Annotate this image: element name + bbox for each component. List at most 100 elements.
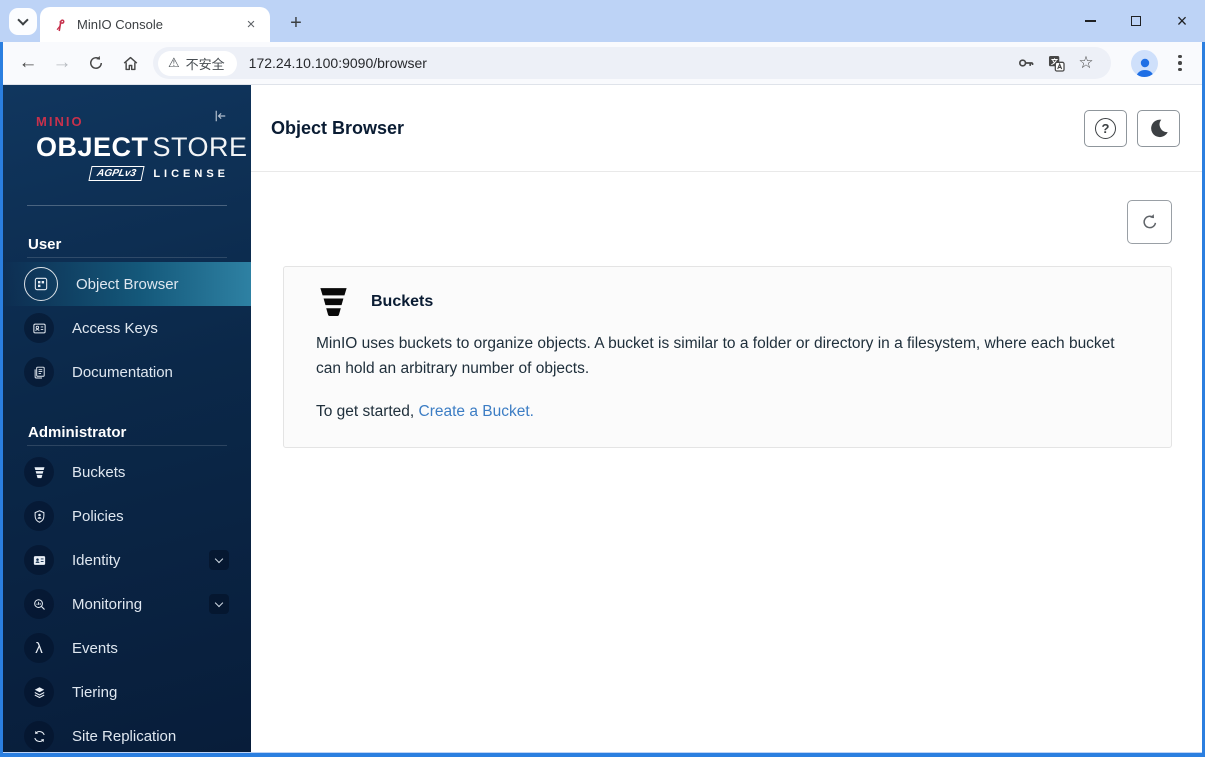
sidebar-item-label: Identity [72,551,121,569]
chevron-down-icon [214,554,224,564]
access-keys-icon [32,323,46,333]
refresh-button[interactable] [1127,200,1172,244]
minimize-icon [1084,20,1096,22]
license-label: LICENSE [153,167,229,180]
forward-button[interactable]: → [45,46,79,80]
address-bar[interactable]: ⚠ 不安全 172.24.10.100:9090/browser ☆ [153,47,1111,79]
collapse-sidebar-button[interactable] [211,107,229,130]
expand-monitoring-button[interactable] [209,594,229,614]
divider [27,257,227,258]
tiering-icon [34,686,44,698]
identity-icon [33,555,45,565]
buckets-info-card: Buckets MinIO uses buckets to organize o… [283,266,1172,448]
tab-title: MinIO Console [77,17,163,32]
page-header: Object Browser ? [251,85,1202,172]
moon-icon [1150,119,1168,138]
documentation-icon [34,366,45,378]
browser-menu-button[interactable] [1168,48,1192,78]
sidebar-item-site-replication[interactable]: Site Replication [3,714,251,752]
card-cta: To get started, Create a Bucket. [316,403,534,420]
sidebar-item-label: Monitoring [72,595,143,613]
sidebar-item-monitoring[interactable]: Monitoring [3,582,251,626]
content-body: Buckets MinIO uses buckets to organize o… [251,172,1202,752]
section-label-administrator: Administrator [28,424,127,441]
back-button[interactable]: ← [11,46,45,80]
maximize-button[interactable] [1113,0,1159,42]
security-label: 不安全 [185,56,225,72]
divider [27,205,227,206]
url-text[interactable]: 172.24.10.100:9090/browser [249,55,1011,71]
sidebar-item-label: Events [72,639,118,657]
minimize-button[interactable] [1067,0,1113,42]
security-chip[interactable]: ⚠ 不安全 [158,50,237,76]
close-window-button[interactable]: × [1159,0,1205,42]
lambda-icon: λ [35,639,43,657]
minio-console: MINIO OBJECT STORE AGPLv3 LICENSE User O… [3,85,1202,752]
collapse-arrow-icon [215,110,226,122]
translate-icon [1048,55,1065,72]
maximize-icon [1131,16,1141,26]
password-manager-button[interactable] [1011,48,1041,78]
license-row: AGPLv3 LICENSE [36,166,229,181]
home-icon [123,56,137,70]
warning-icon: ⚠ [168,55,180,70]
sidebar-item-label: Buckets [72,463,126,481]
help-icon: ? [1095,117,1116,139]
window-frame: ← → ⚠ 不安全 172.24.10.100:9090/browser ☆ M… [0,42,1205,757]
profile-avatar[interactable] [1131,49,1158,77]
object-browser-icon [34,277,48,291]
sidebar-item-label: Tiering [72,683,118,701]
card-description: MinIO uses buckets to organize objects. … [316,335,1115,377]
chevron-down-icon [17,13,29,26]
page-title: Object Browser [271,117,405,138]
browser-toolbar: ← → ⚠ 不安全 172.24.10.100:9090/browser ☆ [3,42,1202,85]
dark-mode-button[interactable] [1137,109,1180,147]
divider [27,445,227,446]
minio-brand-logo: MINIO [36,114,84,129]
create-bucket-link[interactable]: Create a Bucket. [419,403,534,420]
tab-search-button[interactable] [9,8,37,35]
refresh-icon [1142,214,1156,229]
buckets-icon [34,466,44,478]
new-tab-button[interactable]: + [282,9,310,37]
sidebar-item-label: Documentation [72,363,173,381]
agpl-badge: AGPLv3 [88,166,145,181]
menu-dot [1178,67,1182,72]
reload-button[interactable] [79,46,113,80]
sidebar-item-access-keys[interactable]: Access Keys [3,306,251,350]
sidebar-item-label: Object Browser [76,275,179,293]
menu-dot [1178,54,1182,59]
main-content: Object Browser ? Buckets MinIO uses buck… [251,85,1202,752]
sidebar-item-policies[interactable]: Policies [3,494,251,538]
sidebar-item-buckets[interactable]: Buckets [3,450,251,494]
help-button[interactable]: ? [1084,109,1127,147]
monitoring-icon [33,598,45,610]
chevron-down-icon [214,598,224,608]
object-store-wordmark: OBJECT STORE [36,132,248,162]
site-replication-icon [33,730,45,742]
logo-block: MINIO OBJECT STORE AGPLv3 LICENSE [3,85,251,181]
reload-icon [90,55,102,69]
sidebar-item-tiering[interactable]: Tiering [3,670,251,714]
tab-close-icon[interactable]: × [242,16,260,34]
sidebar-item-identity[interactable]: Identity [3,538,251,582]
section-label-user: User [28,236,62,253]
home-button[interactable] [113,46,147,80]
browser-window: MinIO Console × + × ← → ⚠ 不安全 172.24.10.… [0,0,1205,757]
bookmark-button[interactable]: ☆ [1071,48,1101,78]
browser-tab[interactable]: MinIO Console × [40,7,270,42]
sidebar-item-object-browser[interactable]: Object Browser [3,262,251,306]
card-title: Buckets [371,292,434,310]
translate-button[interactable] [1041,48,1071,78]
browser-titlebar: MinIO Console × + × [0,0,1205,42]
menu-dot [1178,61,1182,65]
sidebar-item-documentation[interactable]: Documentation [3,350,251,394]
sidebar: MINIO OBJECT STORE AGPLv3 LICENSE User O… [3,85,251,752]
sidebar-item-label: Site Replication [72,727,177,745]
sidebar-item-label: Access Keys [72,319,158,337]
sidebar-item-events[interactable]: λ Events [3,626,251,670]
key-icon [1018,59,1034,67]
bucket-icon [320,288,347,316]
expand-identity-button[interactable] [209,550,229,570]
policies-icon [34,509,44,523]
